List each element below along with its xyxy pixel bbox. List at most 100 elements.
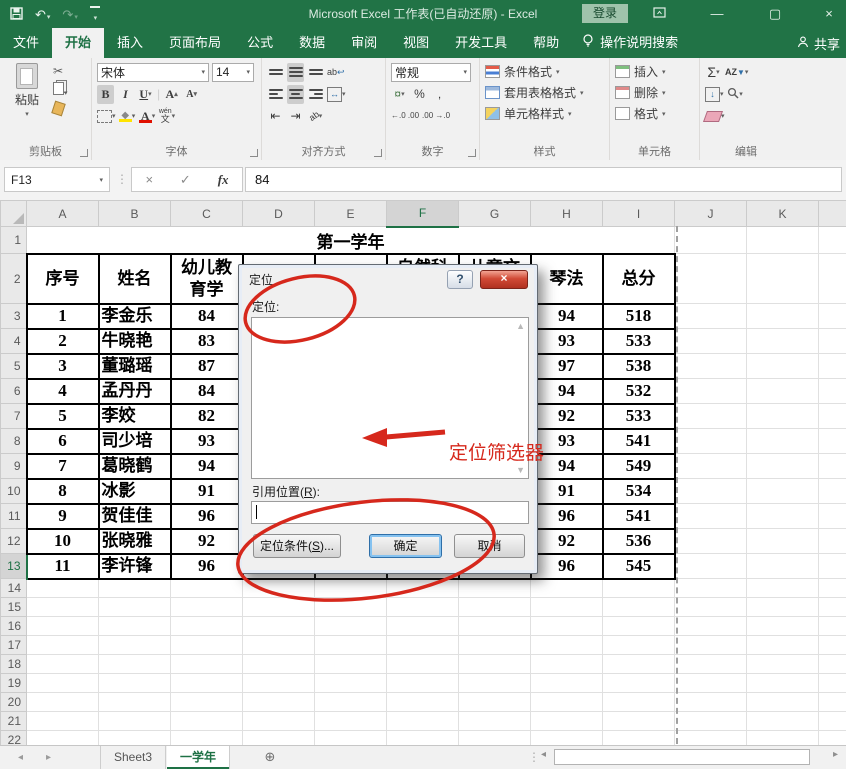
cell-score[interactable]: 96 [531,554,603,579]
cell[interactable] [603,598,675,617]
comma-button[interactable]: , [431,85,448,104]
column-header-A[interactable]: A [27,201,99,227]
insert-cells-button[interactable]: 插入▾ [615,61,694,82]
cell[interactable] [387,598,459,617]
cell[interactable] [819,674,846,693]
header-cell-piano[interactable]: 琴法 [531,254,603,304]
cell[interactable] [387,655,459,674]
cell-name[interactable]: 李姣 [99,404,171,429]
cell[interactable] [171,674,243,693]
cell[interactable] [747,579,819,598]
cell-name[interactable]: 孟丹丹 [99,379,171,404]
cell[interactable] [387,674,459,693]
cancel-button[interactable]: 取消 [454,534,525,558]
row-header[interactable]: 19 [1,674,27,693]
cell[interactable] [27,598,99,617]
cell-name[interactable]: 冰影 [99,479,171,504]
row-header[interactable]: 17 [1,636,27,655]
cell-name[interactable]: 李金乐 [99,304,171,329]
cell[interactable] [243,655,315,674]
cell[interactable] [171,712,243,731]
header-cell-preschool[interactable]: 幼儿教育学 [171,254,243,304]
cell[interactable] [819,598,846,617]
cell[interactable] [675,712,747,731]
cell[interactable] [747,693,819,712]
cell[interactable] [747,254,819,304]
find-select-button[interactable]: ▾ [727,85,744,104]
row-header[interactable]: 6 [1,379,27,404]
cell-score[interactable]: 87 [171,354,243,379]
cell[interactable] [603,712,675,731]
cell[interactable] [675,636,747,655]
cell[interactable] [531,617,603,636]
center-button[interactable] [287,85,304,104]
select-all-corner[interactable] [1,201,27,227]
cell-score[interactable]: 96 [171,504,243,529]
cell[interactable] [315,636,387,655]
alignment-dialog-launcher[interactable] [374,149,382,157]
cell[interactable] [99,712,171,731]
customize-qat-button[interactable]: ▾ [90,6,100,22]
cell[interactable] [747,404,819,429]
cell[interactable] [747,636,819,655]
cell[interactable] [459,693,531,712]
conditional-formatting-button[interactable]: 条件格式▾ [485,61,604,82]
cell-score[interactable]: 84 [171,379,243,404]
underline-button[interactable]: U▾ [137,85,154,104]
column-header-C[interactable]: C [171,201,243,227]
cell[interactable] [459,617,531,636]
cell[interactable] [243,731,315,746]
cell[interactable] [387,636,459,655]
cell[interactable] [675,227,747,254]
cell-no[interactable]: 3 [27,354,99,379]
row-header[interactable]: 10 [1,479,27,504]
formula-input[interactable]: 84 [245,167,842,192]
accounting-format-button[interactable]: ¤▾ [391,85,408,104]
cell[interactable] [243,674,315,693]
cell-score[interactable]: 93 [171,429,243,454]
cell[interactable] [171,636,243,655]
cell[interactable] [747,598,819,617]
column-header-E[interactable]: E [315,201,387,227]
row-header[interactable]: 3 [1,304,27,329]
cell-score[interactable]: 92 [531,529,603,554]
italic-button[interactable]: I [117,85,134,104]
cell-total[interactable]: 538 [603,354,675,379]
paste-button[interactable]: 粘贴 ▾ [5,61,49,142]
cell[interactable] [99,579,171,598]
scroll-down-icon[interactable]: ▼ [516,465,525,475]
grow-font-button[interactable]: A▴ [163,85,180,104]
cell[interactable] [603,731,675,746]
header-cell-name[interactable]: 姓名 [99,254,171,304]
cell[interactable] [243,636,315,655]
cell-no[interactable]: 9 [27,504,99,529]
cell[interactable] [675,329,747,354]
cell[interactable] [819,429,846,454]
cell[interactable] [171,617,243,636]
cell[interactable] [747,731,819,746]
cell[interactable] [315,674,387,693]
row-header[interactable]: 14 [1,579,27,598]
cell[interactable] [99,655,171,674]
sheet-tab-sheet3[interactable]: Sheet3 [100,746,166,769]
save-icon[interactable] [10,7,23,22]
cell[interactable] [675,479,747,504]
splitter-dots-icon[interactable]: ⋮ [528,750,540,764]
cell[interactable] [675,579,747,598]
cell[interactable] [675,598,747,617]
align-right-button[interactable] [307,85,324,104]
tab-insert[interactable]: 插入 [104,28,156,58]
cell[interactable] [27,579,99,598]
cell[interactable] [675,379,747,404]
cell[interactable] [819,504,846,529]
row-header[interactable]: 12 [1,529,27,554]
increase-decimal-button[interactable]: ←.0 .00 [391,107,419,126]
format-painter-button[interactable] [53,102,68,118]
cell-no[interactable]: 10 [27,529,99,554]
tab-help[interactable]: 帮助 [520,28,572,58]
cell[interactable] [819,227,846,254]
cell-score[interactable]: 91 [531,479,603,504]
middle-align-button[interactable] [287,63,304,82]
cell[interactable] [747,379,819,404]
cell-total[interactable]: 533 [603,329,675,354]
